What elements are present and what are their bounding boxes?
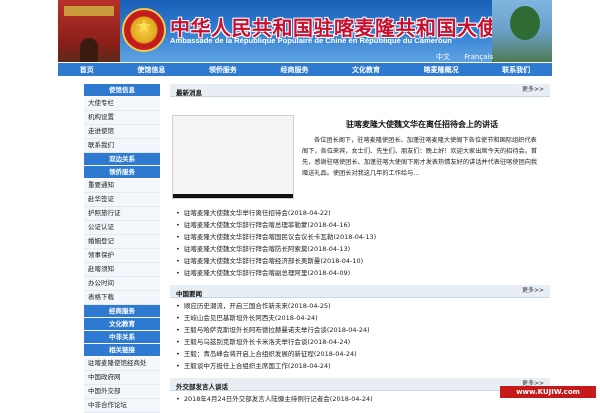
header-banner: 中华人民共和国驻喀麦隆共和国大使馆 Ambassade de la Républ… — [58, 0, 552, 62]
more-link[interactable]: 更多>> — [522, 84, 544, 96]
list-item[interactable]: 驻喀麦隆大使魏文华辞行拜会喀经济部长奥斯曼(2018-04-10) — [176, 255, 550, 267]
sidebar-item[interactable]: 办公时间 — [84, 277, 160, 291]
list-item[interactable]: 驻喀麦隆大使魏文华辞行拜会喀总理菲勒蒙(2018-04-16) — [176, 219, 550, 231]
spokesperson-list: 2018年4月24日外交部发言人陆慷主持例行记者会(2018-04-24) — [170, 391, 550, 405]
sidebar-item[interactable]: 赴华签证 — [84, 193, 160, 207]
sidebar-head-business[interactable]: 经商服务 — [84, 305, 160, 317]
list-item[interactable]: 2018年4月24日外交部发言人陆慷主持例行记者会(2018-04-24) — [176, 393, 550, 405]
sidebar-item[interactable]: 中国政府网 — [84, 371, 160, 385]
sidebar-item[interactable]: 大使专栏 — [84, 97, 160, 111]
main-content: 最新消息 更多>> 驻喀麦隆大使魏文华在离任招待会上的讲话 各位团长阁下，驻喀麦… — [170, 84, 550, 405]
sidebar-item[interactable]: 婚姻登记 — [84, 235, 160, 249]
sidebar: 使馆信息 大使专栏 机构设置 走进使馆 联系我们 双边关系 领侨服务 重要通知 … — [84, 84, 160, 413]
nav-contact[interactable]: 联系我们 — [502, 65, 530, 75]
nav-home[interactable]: 首页 — [80, 65, 94, 75]
sidebar-item[interactable]: 中非合作论坛 — [84, 399, 160, 413]
nav-embassy-info[interactable]: 使馆信息 — [137, 65, 165, 75]
sidebar-item[interactable]: 护照旅行证 — [84, 207, 160, 221]
sidebar-item[interactable]: 驻喀麦隆使馆经商处 — [84, 357, 160, 371]
sidebar-item[interactable]: 领事保护 — [84, 249, 160, 263]
lang-french-link[interactable]: Français — [464, 53, 493, 61]
section-title: 中国要闻 — [176, 290, 202, 298]
sidebar-head-culture[interactable]: 文化教育 — [84, 318, 160, 330]
section-header-spokesperson: 外交部发言人谈话 更多>> — [170, 378, 550, 391]
latest-news-list: 驻喀麦隆大使魏文华举行离任招待会(2018-04-22) 驻喀麦隆大使魏文华辞行… — [170, 207, 550, 279]
sidebar-head-consular[interactable]: 领侨服务 — [84, 166, 160, 178]
featured-headline[interactable]: 驻喀麦隆大使魏文华在离任招待会上的讲话 — [302, 119, 542, 130]
section-header-china-news: 中国要闻 更多>> — [170, 285, 550, 298]
sidebar-item[interactable]: 公证认证 — [84, 221, 160, 235]
list-item[interactable]: 驻喀麦隆大使魏文华辞行拜会喀国民议会议长卡瓦勒(2018-04-13) — [176, 231, 550, 243]
section-title: 最新消息 — [176, 89, 202, 97]
sidebar-item[interactable]: 中国外交部 — [84, 385, 160, 399]
list-item[interactable]: 王毅与乌兹别克斯坦外长卡米洛夫举行会谈(2018-04-24) — [176, 336, 550, 348]
nav-culture[interactable]: 文化教育 — [352, 65, 380, 75]
list-item[interactable]: 驻喀麦隆大使魏文华辞行拜会喀防长阿索莫(2018-04-13) — [176, 243, 550, 255]
language-switch: 中文 Français — [436, 52, 505, 62]
nav-cameroon-overview[interactable]: 喀麦隆概况 — [424, 65, 459, 75]
featured-body: 各位团长阁下，驻喀麦隆使团长、加蓬驻喀麦隆大使阁下各位使节和国际组织代表阁下，各… — [302, 137, 538, 177]
list-item[interactable]: 驻喀麦隆大使魏文华举行离任招待会(2018-04-22) — [176, 207, 550, 219]
list-item[interactable]: 驻喀麦隆大使魏文华辞行拜会喀副总理阿里(2018-04-09) — [176, 267, 550, 279]
lang-chinese-link[interactable]: 中文 — [436, 53, 450, 61]
section-title: 外交部发言人谈话 — [176, 383, 228, 391]
featured-article: 驻喀麦隆大使魏文华在离任招待会上的讲话 各位团长阁下，驻喀麦隆使团长、加蓬驻喀麦… — [170, 97, 550, 207]
list-item[interactable]: 王毅与哈萨克斯坦外长阿布德拉赫曼诺夫举行会谈(2018-04-24) — [176, 324, 550, 336]
sidebar-head-links[interactable]: 相关链接 — [84, 344, 160, 356]
list-item[interactable]: 王毅谈中方担任上合组织主席国工作(2018-04-24) — [176, 360, 550, 372]
list-item[interactable]: 王岐山会见巴基斯坦外长阿西夫(2018-04-24) — [176, 312, 550, 324]
sidebar-item[interactable]: 机构设置 — [84, 111, 160, 125]
more-link[interactable]: 更多>> — [522, 285, 544, 297]
list-item[interactable]: 顺应历史潮流，开启三国合作新未来(2018-04-25) — [176, 300, 550, 312]
featured-image[interactable] — [172, 115, 294, 199]
nav-business[interactable]: 经商服务 — [280, 65, 308, 75]
sidebar-item[interactable]: 赴喀须知 — [84, 263, 160, 277]
list-item[interactable]: 王毅：青岛峰会将开启上合组织发展的新征程(2018-04-24) — [176, 348, 550, 360]
sidebar-head-china-africa[interactable]: 中非关系 — [84, 331, 160, 343]
sidebar-head-bilateral[interactable]: 双边关系 — [84, 153, 160, 165]
main-nav: 首页 使馆信息 领侨服务 经商服务 文化教育 喀麦隆概况 联系我们 — [58, 63, 552, 76]
tiananmen-image — [58, 0, 120, 62]
china-news-list: 顺应历史潮流，开启三国合作新未来(2018-04-25) 王岐山会见巴基斯坦外长… — [170, 298, 550, 372]
sidebar-item[interactable]: 重要通知 — [84, 179, 160, 193]
national-emblem-icon — [122, 8, 166, 52]
section-header-latest: 最新消息 更多>> — [170, 84, 550, 97]
sidebar-item[interactable]: 表格下载 — [84, 291, 160, 305]
site-subtitle: Ambassade de la République Populaire de … — [170, 36, 452, 45]
nav-consular[interactable]: 领侨服务 — [209, 65, 237, 75]
sidebar-item[interactable]: 联系我们 — [84, 139, 160, 153]
sidebar-head-embassy-info[interactable]: 使馆信息 — [84, 84, 160, 96]
sidebar-item[interactable]: 走进使馆 — [84, 125, 160, 139]
watermark-logo: www.KUJIW.com — [500, 386, 596, 398]
